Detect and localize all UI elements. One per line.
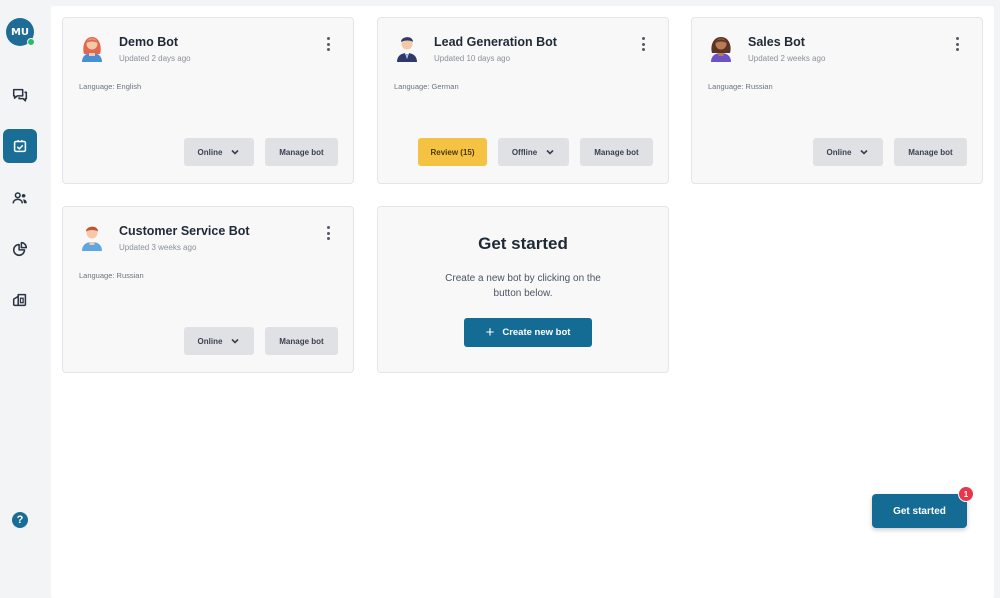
bot-name: Demo Bot bbox=[119, 35, 179, 49]
manage-bot-label: Manage bot bbox=[279, 336, 324, 346]
status-label: Online bbox=[826, 147, 852, 157]
bot-language: Language: Russian bbox=[79, 271, 144, 280]
notification-badge: 1 bbox=[958, 486, 974, 502]
sidebar-item-analytics[interactable] bbox=[3, 232, 37, 266]
bot-name: Lead Generation Bot bbox=[434, 35, 557, 49]
manage-bot-label: Manage bot bbox=[279, 147, 324, 157]
notification-count: 1 bbox=[963, 489, 969, 499]
chat-bubbles-icon bbox=[12, 88, 28, 102]
bot-card: Lead Generation Bot Updated 10 days ago … bbox=[377, 17, 669, 184]
bot-name: Customer Service Bot bbox=[119, 224, 250, 238]
users-icon bbox=[12, 192, 27, 204]
get-started-title: Get started bbox=[478, 234, 568, 253]
bot-box-icon bbox=[13, 140, 27, 153]
status-dropdown[interactable]: Online bbox=[813, 138, 883, 166]
status-label: Online bbox=[197, 147, 223, 157]
help-icon[interactable]: ? bbox=[12, 512, 28, 528]
bot-updated: Updated 3 weeks ago bbox=[119, 243, 197, 252]
main-content: Demo Bot Updated 2 days ago Language: En… bbox=[51, 6, 994, 598]
woman-curly-avatar-icon bbox=[711, 37, 731, 62]
manage-bot-button[interactable]: Manage bot bbox=[580, 138, 653, 166]
review-label: Review (15) bbox=[430, 147, 475, 157]
sidebar: MU ? bbox=[0, 0, 50, 598]
bot-updated: Updated 10 days ago bbox=[434, 54, 511, 63]
sidebar-item-integrations[interactable] bbox=[3, 283, 37, 317]
manage-bot-button[interactable]: Manage bot bbox=[894, 138, 967, 166]
man-suit-avatar-icon bbox=[397, 37, 417, 62]
review-button[interactable]: Review (15) bbox=[418, 138, 487, 166]
woman-redhead-avatar-icon bbox=[82, 37, 102, 62]
user-avatar[interactable]: MU bbox=[6, 18, 35, 46]
plus-icon: + bbox=[485, 324, 495, 341]
man-blue-avatar-icon bbox=[82, 226, 102, 251]
bot-language: Language: English bbox=[79, 82, 142, 91]
user-initials: MU bbox=[10, 26, 30, 38]
more-options-icon[interactable] bbox=[640, 37, 646, 51]
create-new-bot-button[interactable]: + Create new bot bbox=[464, 318, 592, 347]
chevron-down-icon bbox=[546, 149, 554, 155]
more-options-icon[interactable] bbox=[325, 37, 331, 51]
get-started-text: Create a new bot by clicking on the butt… bbox=[445, 273, 601, 299]
floating-get-started-label: Get started bbox=[893, 505, 946, 517]
manage-bot-label: Manage bot bbox=[594, 147, 639, 157]
sidebar-item-conversations[interactable] bbox=[3, 78, 37, 112]
help-glyph: ? bbox=[16, 514, 24, 526]
manage-bot-button[interactable]: Manage bot bbox=[265, 327, 338, 355]
more-options-icon[interactable] bbox=[325, 226, 331, 240]
building-icon bbox=[12, 293, 27, 307]
floating-get-started-button[interactable]: Get started bbox=[872, 494, 967, 528]
bot-card: Demo Bot Updated 2 days ago Language: En… bbox=[62, 17, 354, 184]
status-dropdown[interactable]: Online bbox=[184, 138, 254, 166]
bot-language: Language: Russian bbox=[708, 82, 773, 91]
create-new-bot-label: Create new bot bbox=[502, 327, 571, 338]
pie-chart-icon bbox=[12, 241, 28, 257]
status-dropdown[interactable]: Offline bbox=[498, 138, 569, 166]
manage-bot-button[interactable]: Manage bot bbox=[265, 138, 338, 166]
manage-bot-label: Manage bot bbox=[908, 147, 953, 157]
chevron-down-icon bbox=[860, 149, 869, 155]
sidebar-item-bots[interactable] bbox=[3, 129, 37, 163]
bot-updated: Updated 2 days ago bbox=[119, 54, 191, 63]
bot-language: Language: German bbox=[394, 82, 459, 91]
status-label: Online bbox=[197, 336, 223, 346]
sidebar-item-users[interactable] bbox=[3, 181, 37, 215]
bot-card: Sales Bot Updated 2 weeks ago Language: … bbox=[691, 17, 983, 184]
status-label: Offline bbox=[511, 147, 538, 157]
chevron-down-icon bbox=[231, 338, 240, 344]
bot-name: Sales Bot bbox=[748, 35, 805, 49]
bot-card: Customer Service Bot Updated 3 weeks ago… bbox=[62, 206, 354, 373]
more-options-icon[interactable] bbox=[954, 37, 960, 51]
get-started-card: Get started Create a new bot by clicking… bbox=[377, 206, 669, 373]
bot-updated: Updated 2 weeks ago bbox=[748, 54, 826, 63]
chevron-down-icon bbox=[231, 149, 240, 155]
online-status-dot bbox=[27, 38, 35, 46]
status-dropdown[interactable]: Online bbox=[184, 327, 254, 355]
